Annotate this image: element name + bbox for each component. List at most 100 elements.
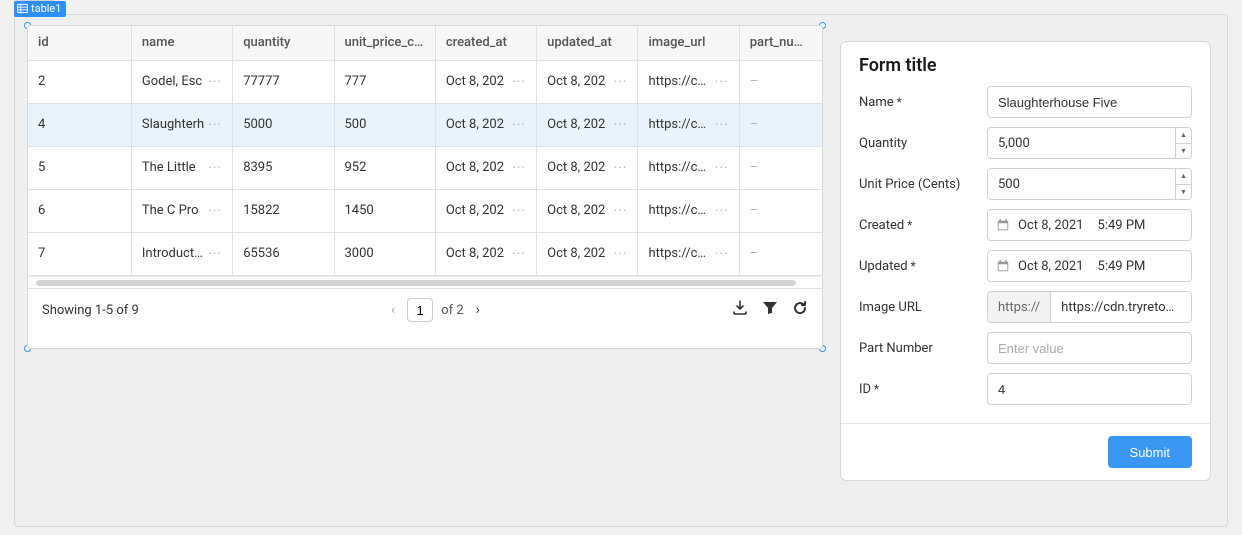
table-cell[interactable]: Oct 8, 202··· <box>537 232 638 275</box>
table-cell[interactable]: 6 <box>28 189 131 232</box>
table-cell[interactable]: https://cdn··· <box>638 189 739 232</box>
expand-icon[interactable]: ··· <box>512 74 526 90</box>
table-cell[interactable]: 7 <box>28 232 131 275</box>
submit-button[interactable]: Submit <box>1108 436 1192 468</box>
next-page-button[interactable]: › <box>472 302 484 318</box>
table-row[interactable]: 6The C Pro···158221450Oct 8, 202···Oct 8… <box>28 189 822 232</box>
table-cell[interactable]: – <box>739 189 822 232</box>
download-button[interactable] <box>732 300 748 320</box>
table-cell[interactable]: 15822 <box>233 189 334 232</box>
form-title: Form title <box>841 42 1210 86</box>
unit-price-up[interactable]: ▲ <box>1176 169 1191 184</box>
column-header[interactable]: image_url <box>638 26 739 60</box>
table-cell[interactable]: – <box>739 103 822 146</box>
column-header[interactable]: unit_price_ce… <box>334 26 435 60</box>
table-cell[interactable]: The C Pro··· <box>131 189 232 232</box>
expand-icon[interactable]: ··· <box>715 117 729 133</box>
refresh-button[interactable] <box>792 300 808 320</box>
image-url-field[interactable]: https:// https://cdn.tryretool.com <box>987 291 1192 323</box>
table-cell[interactable]: Introductio··· <box>131 232 232 275</box>
expand-icon[interactable]: ··· <box>613 203 627 219</box>
prev-page-button[interactable]: ‹ <box>387 302 399 318</box>
table-cell[interactable]: 65536 <box>233 232 334 275</box>
table-cell[interactable]: The Little··· <box>131 146 232 189</box>
table-cell[interactable]: Oct 8, 202··· <box>537 189 638 232</box>
column-header[interactable]: quantity <box>233 26 334 60</box>
table-cell[interactable]: Oct 8, 202··· <box>537 146 638 189</box>
quantity-up[interactable]: ▲ <box>1176 128 1191 143</box>
table-cell[interactable]: 5 <box>28 146 131 189</box>
part-number-field[interactable] <box>987 332 1192 364</box>
id-field[interactable] <box>987 373 1192 405</box>
column-header[interactable]: name <box>131 26 232 60</box>
table-cell[interactable]: – <box>739 232 822 275</box>
column-header[interactable]: part_numbe <box>739 26 822 60</box>
component-label[interactable]: table1 <box>14 1 66 17</box>
table-cell[interactable]: 500 <box>334 103 435 146</box>
table-cell[interactable]: Godel, Esc··· <box>131 60 232 103</box>
column-header[interactable]: id <box>28 26 131 60</box>
expand-icon[interactable]: ··· <box>208 117 222 133</box>
table-cell[interactable]: 4 <box>28 103 131 146</box>
horizontal-scrollbar[interactable] <box>28 276 822 288</box>
table-cell[interactable]: 777 <box>334 60 435 103</box>
table-cell[interactable]: Oct 8, 202··· <box>435 103 536 146</box>
column-header[interactable]: created_at <box>435 26 536 60</box>
expand-icon[interactable]: ··· <box>715 160 729 176</box>
table-cell[interactable]: Oct 8, 202··· <box>435 146 536 189</box>
expand-icon[interactable]: ··· <box>512 246 526 262</box>
created-field[interactable]: Oct 8, 2021 5:49 PM <box>987 209 1192 241</box>
expand-icon[interactable]: ··· <box>208 246 222 262</box>
expand-icon[interactable]: ··· <box>512 117 526 133</box>
scrollbar-thumb[interactable] <box>36 280 796 286</box>
table-cell[interactable]: 1450 <box>334 189 435 232</box>
updated-field[interactable]: Oct 8, 2021 5:49 PM <box>987 250 1192 282</box>
table-row[interactable]: 4Slaughterh···5000500Oct 8, 202···Oct 8,… <box>28 103 822 146</box>
unit-price-down[interactable]: ▼ <box>1176 184 1191 200</box>
table-cell[interactable]: 2 <box>28 60 131 103</box>
expand-icon[interactable]: ··· <box>715 74 729 90</box>
table-cell[interactable]: Oct 8, 202··· <box>537 103 638 146</box>
expand-icon[interactable]: ··· <box>208 74 222 90</box>
page-input[interactable] <box>407 298 433 322</box>
table-cell[interactable]: https://cdn··· <box>638 146 739 189</box>
unit-price-stepper[interactable]: 500 ▲▼ <box>987 168 1192 200</box>
table-cell[interactable]: https://cdn··· <box>638 103 739 146</box>
table-row[interactable]: 2Godel, Esc···77777777Oct 8, 202···Oct 8… <box>28 60 822 103</box>
table-cell[interactable]: – <box>739 146 822 189</box>
table-cell[interactable]: https://cdn··· <box>638 60 739 103</box>
table-row[interactable]: 7Introductio···655363000Oct 8, 202···Oct… <box>28 232 822 275</box>
table-cell[interactable]: – <box>739 60 822 103</box>
name-field[interactable] <box>987 86 1192 118</box>
expand-icon[interactable]: ··· <box>613 74 627 90</box>
table-cell[interactable]: Oct 8, 202··· <box>435 189 536 232</box>
expand-icon[interactable]: ··· <box>208 203 222 219</box>
table-component[interactable]: idnamequantityunit_price_ce…created_atup… <box>27 25 823 349</box>
table-cell[interactable]: 952 <box>334 146 435 189</box>
table-cell[interactable]: Oct 8, 202··· <box>537 60 638 103</box>
table-cell[interactable]: Oct 8, 202··· <box>435 60 536 103</box>
url-value: https://cdn.tryretool.com <box>1051 300 1191 315</box>
table-row[interactable]: 5The Little···8395952Oct 8, 202···Oct 8,… <box>28 146 822 189</box>
expand-icon[interactable]: ··· <box>715 246 729 262</box>
canvas[interactable]: table1 idnamequantityunit_price_ce…creat… <box>14 14 1228 527</box>
expand-icon[interactable]: ··· <box>512 160 526 176</box>
table-cell[interactable]: Oct 8, 202··· <box>435 232 536 275</box>
table-cell[interactable]: 77777 <box>233 60 334 103</box>
quantity-down[interactable]: ▼ <box>1176 143 1191 159</box>
expand-icon[interactable]: ··· <box>512 203 526 219</box>
expand-icon[interactable]: ··· <box>715 203 729 219</box>
column-header[interactable]: updated_at <box>537 26 638 60</box>
filter-button[interactable] <box>762 300 778 320</box>
table-cell[interactable]: 3000 <box>334 232 435 275</box>
table-cell[interactable]: 8395 <box>233 146 334 189</box>
expand-icon[interactable]: ··· <box>613 246 627 262</box>
table-cell[interactable]: 5000 <box>233 103 334 146</box>
expand-icon[interactable]: ··· <box>208 160 222 176</box>
quantity-stepper[interactable]: 5,000 ▲▼ <box>987 127 1192 159</box>
expand-icon[interactable]: ··· <box>613 160 627 176</box>
table-cell[interactable]: https://cdn··· <box>638 232 739 275</box>
table-cell[interactable]: Slaughterh··· <box>131 103 232 146</box>
updated-time: 5:49 PM <box>1098 259 1146 274</box>
expand-icon[interactable]: ··· <box>613 117 627 133</box>
